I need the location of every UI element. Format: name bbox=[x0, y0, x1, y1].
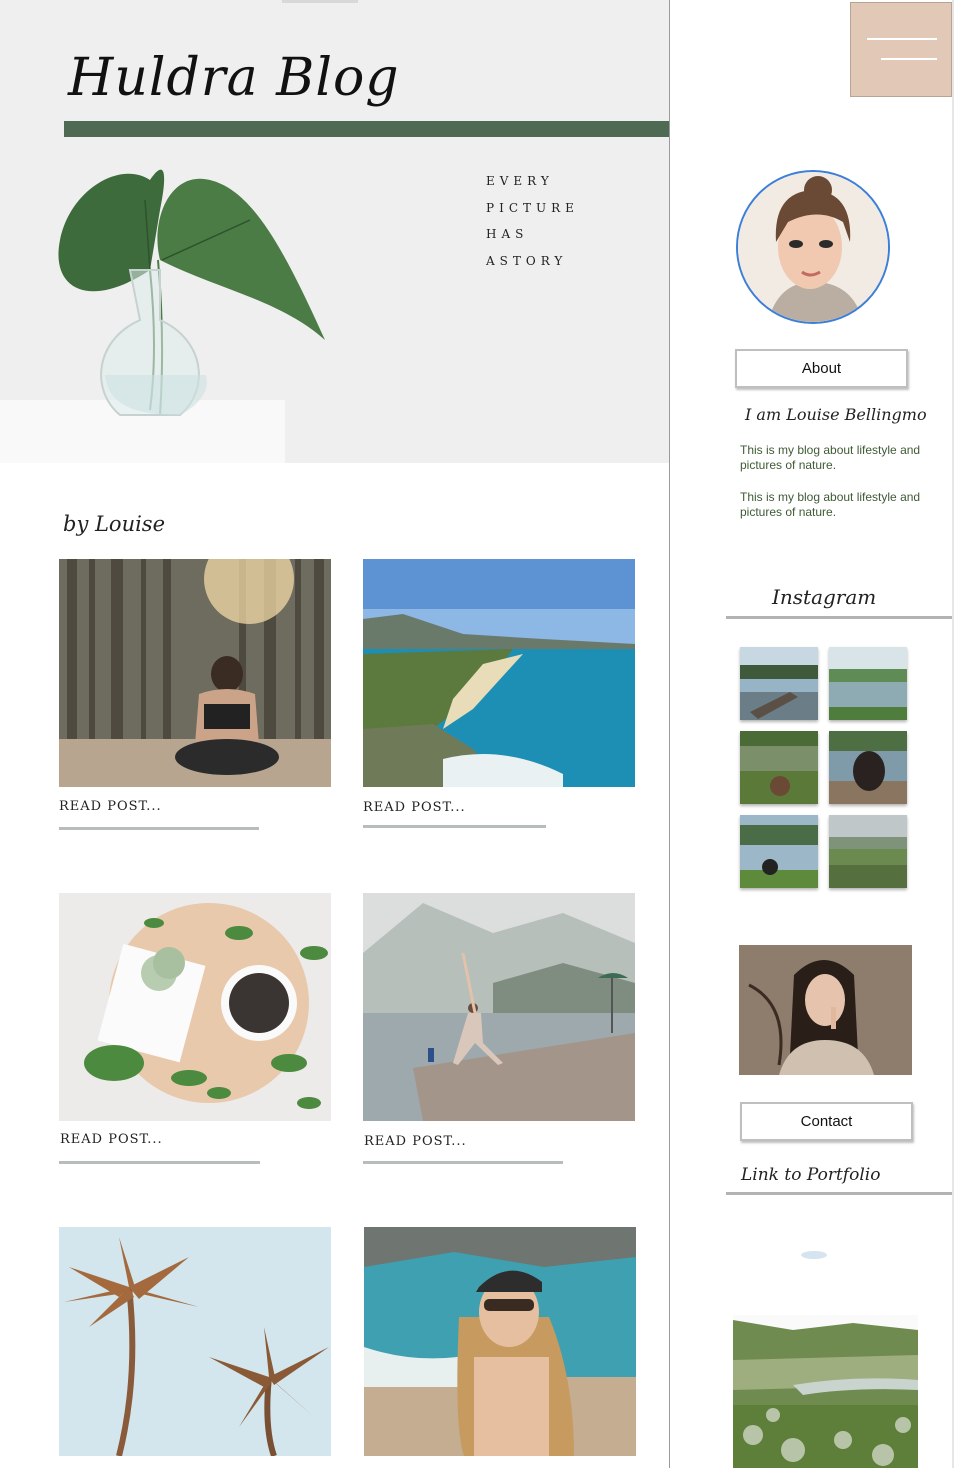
hamburger-menu-icon[interactable] bbox=[850, 2, 952, 97]
about-button[interactable]: About bbox=[735, 349, 908, 388]
contact-button[interactable]: Contact bbox=[740, 1102, 913, 1141]
read-post-link[interactable]: READ POST... bbox=[60, 1132, 163, 1147]
post-image-coastline[interactable] bbox=[363, 559, 635, 787]
intro-heading: I am Louise Bellingmo bbox=[745, 405, 927, 424]
instagram-thumb[interactable] bbox=[740, 647, 818, 720]
post-divider bbox=[59, 1161, 260, 1164]
bio-text: This is my blog about lifestyle and pict… bbox=[740, 490, 921, 519]
bio-text: This is my blog about lifestyle and pict… bbox=[740, 443, 921, 472]
instagram-thumb[interactable] bbox=[829, 647, 907, 720]
post-image-coffee-flatlay[interactable] bbox=[59, 893, 331, 1121]
post-image-forest-meditation[interactable] bbox=[59, 559, 331, 787]
tagline-line: PICTURE bbox=[486, 200, 579, 215]
featured-portrait-photo[interactable] bbox=[739, 945, 912, 1075]
post-image-lake-yoga[interactable] bbox=[363, 893, 635, 1121]
avatar bbox=[736, 170, 890, 324]
plant-vase-illustration bbox=[58, 169, 325, 416]
instagram-thumb[interactable] bbox=[829, 815, 907, 888]
byline: by Louise bbox=[63, 512, 166, 536]
tagline-line: EVERY bbox=[486, 174, 554, 188]
menu-line bbox=[867, 38, 937, 40]
tagline-line: HAS bbox=[486, 227, 529, 241]
read-post-link[interactable]: READ POST... bbox=[59, 799, 162, 814]
instagram-thumb[interactable] bbox=[829, 731, 907, 804]
tagline-line: ASTORY bbox=[486, 253, 568, 268]
logo-underline-bar bbox=[64, 121, 669, 137]
portfolio-landscape-photo[interactable] bbox=[733, 1315, 918, 1468]
read-post-link[interactable]: READ POST... bbox=[364, 1134, 467, 1149]
post-image-beach-portrait[interactable] bbox=[364, 1227, 636, 1456]
post-divider bbox=[59, 827, 259, 830]
instagram-underline bbox=[726, 616, 952, 619]
hero-banner: Huldra Blog EVERY PICTURE HAS ASTORY bbox=[0, 0, 669, 463]
column-divider bbox=[669, 0, 670, 1468]
instagram-thumb[interactable] bbox=[740, 815, 818, 888]
portfolio-underline bbox=[726, 1192, 952, 1195]
read-post-link[interactable]: READ POST... bbox=[363, 800, 466, 815]
post-image-palm-trees[interactable] bbox=[59, 1227, 331, 1456]
post-divider bbox=[363, 1161, 563, 1164]
instagram-thumb[interactable] bbox=[740, 731, 818, 804]
instagram-heading: Instagram bbox=[772, 585, 877, 609]
decorative-mark bbox=[800, 1248, 828, 1260]
tagline: EVERY PICTURE HAS ASTORY bbox=[486, 168, 579, 274]
menu-line bbox=[881, 58, 937, 60]
post-divider bbox=[363, 825, 546, 828]
top-edge-mark bbox=[282, 0, 358, 3]
portfolio-link[interactable]: Link to Portfolio bbox=[741, 1165, 880, 1185]
blog-logo[interactable]: Huldra Blog bbox=[68, 48, 400, 108]
